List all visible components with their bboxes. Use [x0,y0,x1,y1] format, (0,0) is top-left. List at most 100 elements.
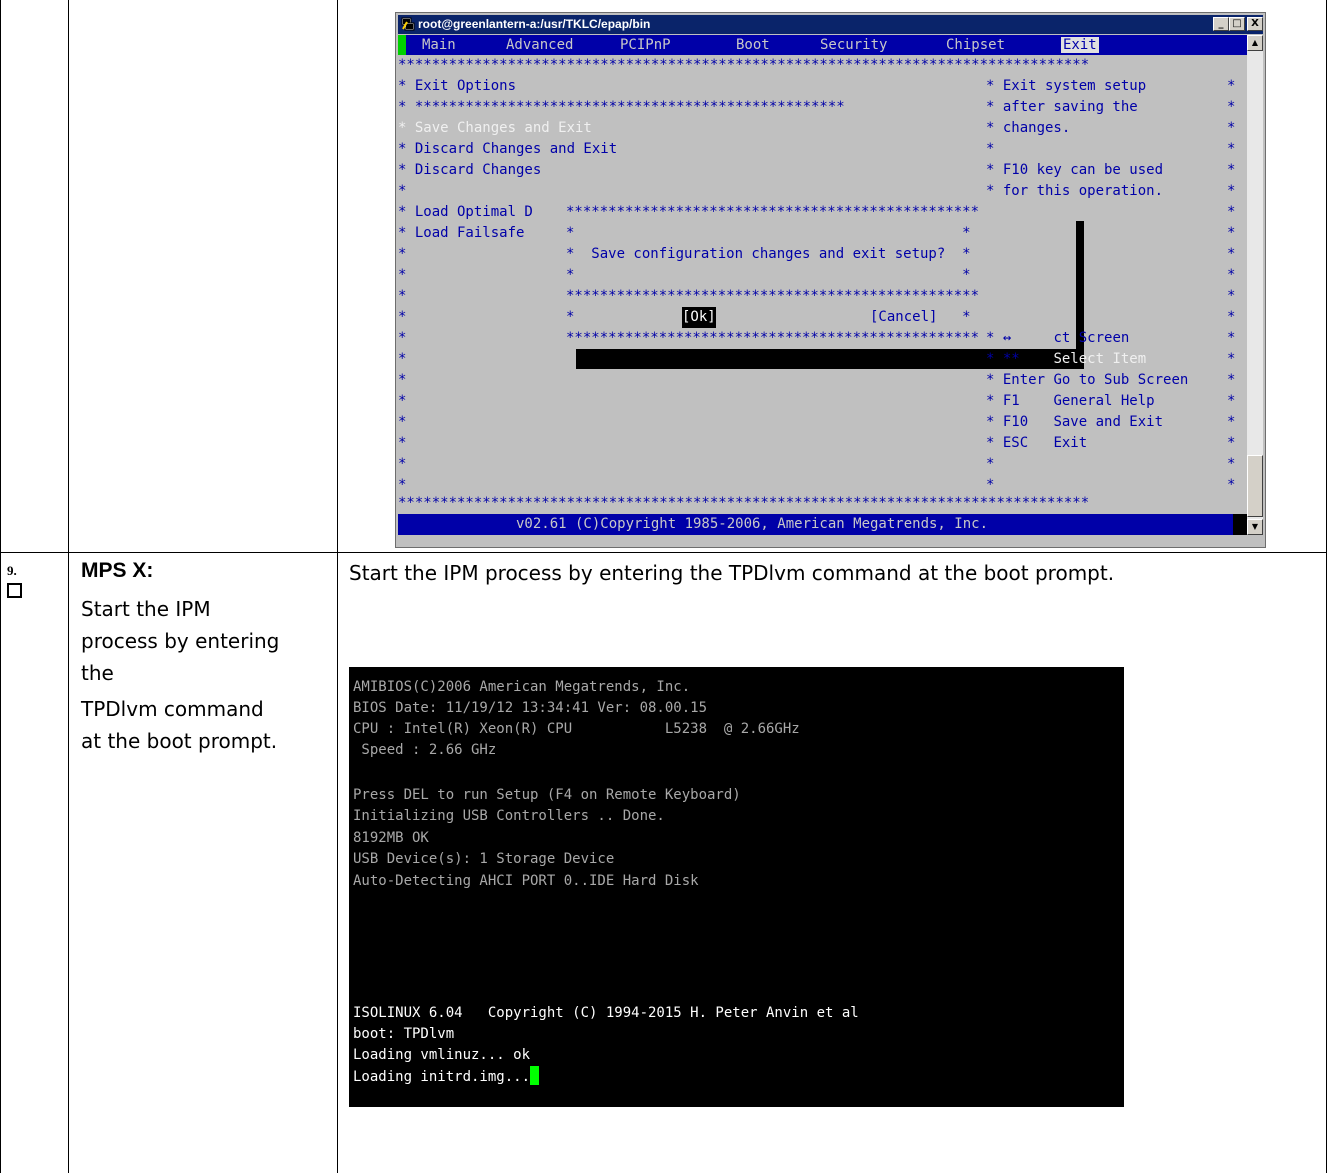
dialog-cancel-button[interactable]: [Cancel] [870,307,937,328]
help-line-3: * changes. [986,120,1071,136]
key-help-3-key: * Enter [986,372,1046,388]
key-help-6-key: * ESC [986,435,1029,451]
table-border-left [0,0,1,1173]
tab-main[interactable]: Main [422,37,456,53]
tab-exit[interactable]: Exit [1061,37,1099,53]
key-help-4-action: General Help [1053,393,1155,409]
maximize-button[interactable]: □ [1229,17,1245,31]
bios-setup-window: root@greenlantern-a:/usr/TKLC/epap/bin _… [395,12,1266,548]
tab-security[interactable]: Security [820,37,887,53]
status-bar-end [1233,514,1247,535]
boot-line: AMIBIOS(C)2006 American Megatrends, Inc. [353,679,691,695]
boot-console-screenshot: AMIBIOS(C)2006 American Megatrends, Inc.… [349,667,1124,1107]
boot-line: Auto-Detecting AHCI PORT 0..IDE Hard Dis… [353,873,699,889]
step-description-line: Start the IPM [81,597,211,621]
bios-top-border: ****************************************… [398,57,1090,73]
help-line-5: * F10 key can be used [986,162,1164,178]
step-number: 9. [7,563,17,578]
putty-terminal-icon [401,17,415,31]
table-row-divider [0,552,1327,553]
step-checkbox[interactable] [7,583,22,598]
copyright-text: v02.61 (C)Copyright 1985-2006, American … [516,516,989,532]
help-line-4: * [986,141,995,157]
dialog-edge: * * [566,267,971,283]
step-instruction: Start the IPM process by entering the TP… [349,561,1115,585]
key-help-5-action: Save and Exit [1053,414,1164,430]
window-title: root@greenlantern-a:/usr/TKLC/epap/bin [418,17,651,31]
terminal-cursor [398,35,406,55]
key-help-6-action: Exit [1053,435,1088,451]
key-help-2-key: * ** [986,351,1020,367]
step-description-line: process by entering [81,629,280,653]
boot-line: USB Device(s): 1 Storage Device [353,851,615,867]
dialog-ok-button[interactable]: [Ok] [682,307,716,328]
step-description: Start the IPM process by entering the TP… [81,593,279,757]
exit-options-underline: * **************************************… [398,99,845,115]
key-help-2-action: Select Item [1053,351,1147,367]
dialog-bottom-border: ****************************************… [566,330,980,346]
boot-prompt: boot: TPDlvm [353,1026,455,1042]
window-titlebar: root@greenlantern-a:/usr/TKLC/epap/bin _… [398,15,1263,34]
key-help-5-key: * F10 [986,414,1029,430]
boot-line: BIOS Date: 11/19/12 13:34:41 Ver: 08.00.… [353,700,708,716]
table-col-divider-2 [337,0,338,1173]
close-button[interactable]: X [1247,17,1263,31]
key-help-4-key: * F1 [986,393,1020,409]
boot-line: CPU : Intel(R) Xeon(R) CPU L5238 @ 2.66G… [353,721,800,737]
minimize-button[interactable]: _ [1213,17,1229,31]
bios-terminal: Main Advanced PCIPnP Boot Security Chips… [398,35,1247,535]
dialog-mid-border: ****************************************… [566,288,980,304]
scroll-up-arrow-icon[interactable]: ▲ [1247,35,1263,51]
bios-status-bar: v02.61 (C)Copyright 1985-2006, American … [398,514,1233,535]
boot-line: Press DEL to run Setup (F4 on Remote Key… [353,787,741,803]
option-save-changes-exit[interactable]: * Save Changes and Exit [398,118,592,139]
option-discard-changes[interactable]: * Discard Changes [398,160,541,181]
boot-line: Speed : 2.66 GHz [353,742,497,758]
key-help-4: * F1 General Help [986,391,1155,412]
bios-menu-bar: Main Advanced PCIPnP Boot Security Chips… [398,35,1247,55]
key-help-2: * ** Select Item [986,349,1146,370]
table-border-right [1326,0,1327,1173]
option-discard-changes-exit[interactable]: * Discard Changes and Exit [398,139,617,160]
dialog-edge: * * [566,225,971,241]
loading-initrd: Loading initrd.img... [353,1069,531,1085]
console-cursor [530,1066,540,1085]
dialog-top-border: ****************************************… [566,204,980,220]
tab-pcipnp[interactable]: PCIPnP [620,37,671,53]
step-title: MPS X: [81,559,154,582]
help-line-6: * for this operation. [986,183,1164,199]
table-col-divider-1 [68,0,69,1173]
key-help-1: * ↔ ct Screen [986,328,1129,349]
key-help-3-action: Go to Sub Screen [1053,372,1189,388]
option-blank: * [398,183,407,199]
exit-options-heading: * Exit Options [398,78,517,94]
option-load-failsafe[interactable]: * Load Failsafe [398,223,524,244]
option-load-optimal[interactable]: * Load Optimal D [398,202,533,223]
left-edge-stars: * * * * * * * * * * * * [398,246,407,493]
key-help-6: * ESC Exit [986,433,1087,454]
scroll-down-arrow-icon[interactable]: ▼ [1247,519,1263,535]
step-description-line: TPDlvm command [81,697,264,721]
tab-advanced[interactable]: Advanced [506,37,573,53]
vertical-scrollbar[interactable]: ▲ ▼ [1247,35,1263,535]
help-line-1: * Exit system setup [986,78,1147,94]
help-line-2: * after saving the [986,99,1138,115]
key-help-blank: * * [986,456,995,493]
tab-boot[interactable]: Boot [736,37,770,53]
boot-line: Initializing USB Controllers .. Done. [353,808,665,824]
bios-bottom-border: ****************************************… [398,495,1090,511]
dialog-message: * Save configuration changes and exit se… [566,246,971,262]
step-description-line: at the boot prompt. [81,729,278,753]
step-description-line: the [81,661,114,685]
key-help-5: * F10 Save and Exit [986,412,1163,433]
key-help-1-key: * ↔ [986,330,1012,346]
loading-initrd-row: Loading initrd.img... [353,1066,540,1088]
loading-vmlinuz: Loading vmlinuz... ok [353,1047,531,1063]
key-help-1-action: ct Screen [1053,330,1130,346]
tab-chipset[interactable]: Chipset [946,37,1005,53]
isolinux-banner: ISOLINUX 6.04 Copyright (C) 1994-2015 H.… [353,1005,859,1021]
right-edge-stars: * * * * * * * * * * * * * * * * * * * * [1227,78,1236,493]
boot-line: 8192MB OK [353,830,429,846]
scrollbar-thumb[interactable] [1247,455,1263,517]
key-help-3: * Enter Go to Sub Screen [986,370,1188,391]
